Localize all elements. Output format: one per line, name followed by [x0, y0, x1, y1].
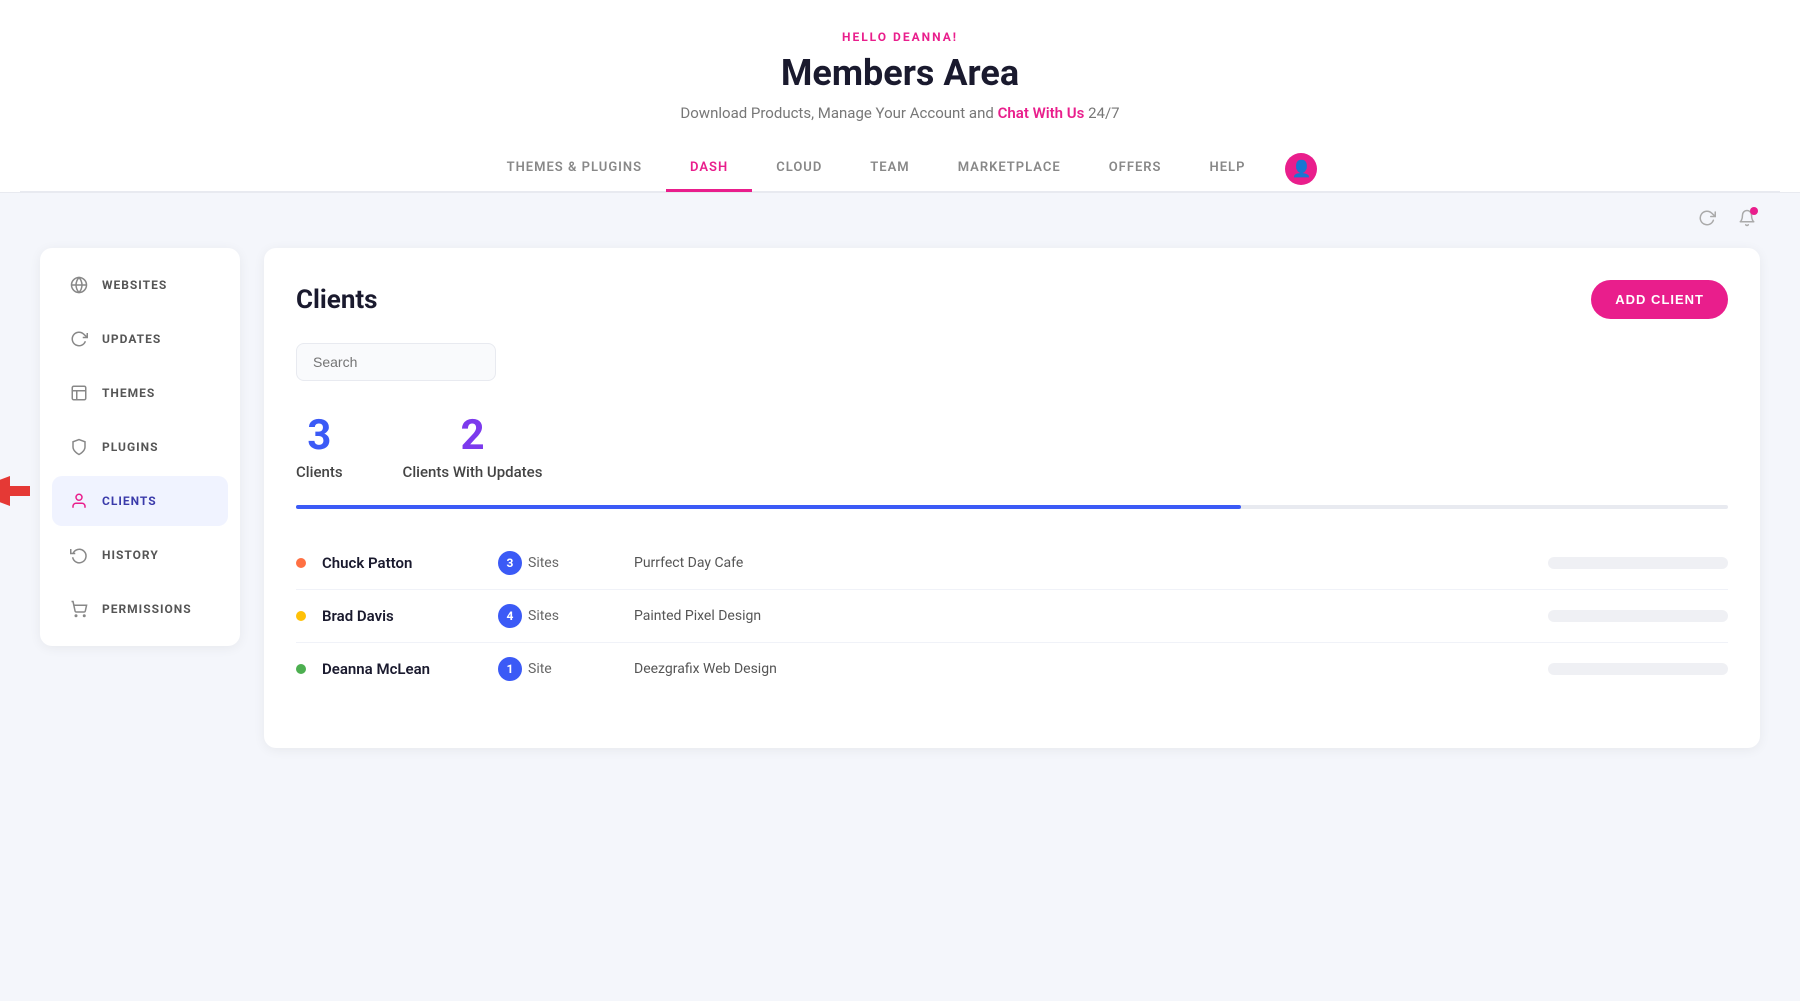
client-blurred-info: [1548, 610, 1728, 622]
sidebar-item-themes-label: THEMES: [102, 386, 155, 400]
status-dot-yellow: [296, 611, 306, 621]
client-company: Purrfect Day Cafe: [634, 555, 1532, 571]
progress-bar-fill: [296, 505, 1241, 509]
status-dot-green: [296, 664, 306, 674]
sidebar-wrapper: WEBSITES UPDATES THEMES PLUGINS: [40, 248, 240, 646]
sidebar-item-updates-label: UPDATES: [102, 332, 161, 346]
sites-count-badge: 3: [498, 551, 522, 575]
main-layout: WEBSITES UPDATES THEMES PLUGINS: [0, 248, 1800, 788]
themes-icon: [68, 382, 90, 404]
refresh-button[interactable]: [1694, 205, 1720, 236]
tab-help[interactable]: HELP: [1186, 146, 1270, 192]
stat-clients-updates-label: Clients With Updates: [403, 463, 543, 481]
notification-dot: [1750, 207, 1758, 215]
table-row[interactable]: Brad Davis 4 Sites Painted Pixel Design: [296, 590, 1728, 643]
sites-label: Sites: [528, 555, 559, 571]
clients-title: Clients: [296, 285, 378, 315]
client-name: Deanna McLean: [322, 660, 482, 678]
globe-icon: [68, 274, 90, 296]
sites-badge: 4 Sites: [498, 604, 618, 628]
clients-icon: [68, 490, 90, 512]
tab-offers[interactable]: OFFERS: [1085, 146, 1186, 192]
sidebar-item-permissions-label: PERMISSIONS: [102, 602, 192, 616]
tab-marketplace[interactable]: MARKETPLACE: [934, 146, 1085, 192]
client-name: Brad Davis: [322, 607, 482, 625]
search-input[interactable]: [296, 343, 496, 381]
sidebar-item-clients[interactable]: CLIENTS: [52, 476, 228, 526]
stats-row: 3 Clients 2 Clients With Updates: [296, 413, 1728, 481]
updates-icon: [68, 328, 90, 350]
stat-total-clients-number: 3: [296, 413, 343, 459]
notification-button[interactable]: [1734, 205, 1760, 236]
sidebar-item-history[interactable]: HISTORY: [52, 530, 228, 580]
stat-total-clients: 3 Clients: [296, 413, 343, 481]
sidebar-item-clients-label: CLIENTS: [102, 494, 157, 508]
sites-count-badge: 1: [498, 657, 522, 681]
add-client-button[interactable]: ADD CLIENT: [1591, 280, 1728, 319]
page-title: Members Area: [20, 52, 1780, 94]
status-dot-orange: [296, 558, 306, 568]
hello-greeting: HELLO DEANNA!: [20, 30, 1780, 44]
sidebar-item-plugins[interactable]: PLUGINS: [52, 422, 228, 472]
sites-count-badge: 4: [498, 604, 522, 628]
sites-badge: 3 Sites: [498, 551, 618, 575]
subtitle-prefix: Download Products, Manage Your Account a…: [680, 104, 993, 122]
client-company: Painted Pixel Design: [634, 608, 1532, 624]
progress-bar-container: [296, 505, 1728, 509]
client-name: Chuck Patton: [322, 554, 482, 572]
header: HELLO DEANNA! Members Area Download Prod…: [0, 0, 1800, 193]
arrow-indicator: [0, 476, 30, 510]
client-list: Chuck Patton 3 Sites Purrfect Day Cafe B…: [296, 537, 1728, 695]
sidebar-item-websites-label: WEBSITES: [102, 278, 167, 292]
plugins-icon: [68, 436, 90, 458]
client-company: Deezgrafix Web Design: [634, 661, 1532, 677]
tab-themes-plugins[interactable]: THEMES & PLUGINS: [483, 146, 666, 192]
sidebar-item-history-label: HISTORY: [102, 548, 159, 562]
user-avatar-icon[interactable]: 👤: [1285, 153, 1317, 185]
table-row[interactable]: Chuck Patton 3 Sites Purrfect Day Cafe: [296, 537, 1728, 590]
main-nav: THEMES & PLUGINS DASH CLOUD TEAM MARKETP…: [20, 146, 1780, 192]
sidebar-item-websites[interactable]: WEBSITES: [52, 260, 228, 310]
tab-dash[interactable]: DASH: [666, 146, 752, 192]
table-row[interactable]: Deanna McLean 1 Site Deezgrafix Web Desi…: [296, 643, 1728, 695]
toolbar: [0, 193, 1800, 248]
stat-clients-updates: 2 Clients With Updates: [403, 413, 543, 481]
content-area: Clients ADD CLIENT 3 Clients 2 Clients W…: [264, 248, 1760, 748]
sites-label: Site: [528, 661, 552, 677]
sidebar-item-permissions[interactable]: PERMISSIONS: [52, 584, 228, 634]
sites-badge: 1 Site: [498, 657, 618, 681]
chat-with-us-link[interactable]: Chat With Us: [998, 104, 1085, 122]
tab-cloud[interactable]: CLOUD: [752, 146, 846, 192]
stat-total-clients-label: Clients: [296, 463, 343, 481]
client-blurred-info: [1548, 557, 1728, 569]
content-header: Clients ADD CLIENT: [296, 280, 1728, 319]
sidebar-item-themes[interactable]: THEMES: [52, 368, 228, 418]
subtitle-suffix: 24/7: [1088, 104, 1119, 122]
sidebar-item-updates[interactable]: UPDATES: [52, 314, 228, 364]
sidebar-item-plugins-label: PLUGINS: [102, 440, 158, 454]
stat-clients-updates-number: 2: [403, 413, 543, 459]
sidebar: WEBSITES UPDATES THEMES PLUGINS: [40, 248, 240, 646]
permissions-icon: [68, 598, 90, 620]
subtitle: Download Products, Manage Your Account a…: [20, 104, 1780, 122]
tab-team[interactable]: TEAM: [846, 146, 933, 192]
history-icon: [68, 544, 90, 566]
client-blurred-info: [1548, 663, 1728, 675]
sites-label: Sites: [528, 608, 559, 624]
